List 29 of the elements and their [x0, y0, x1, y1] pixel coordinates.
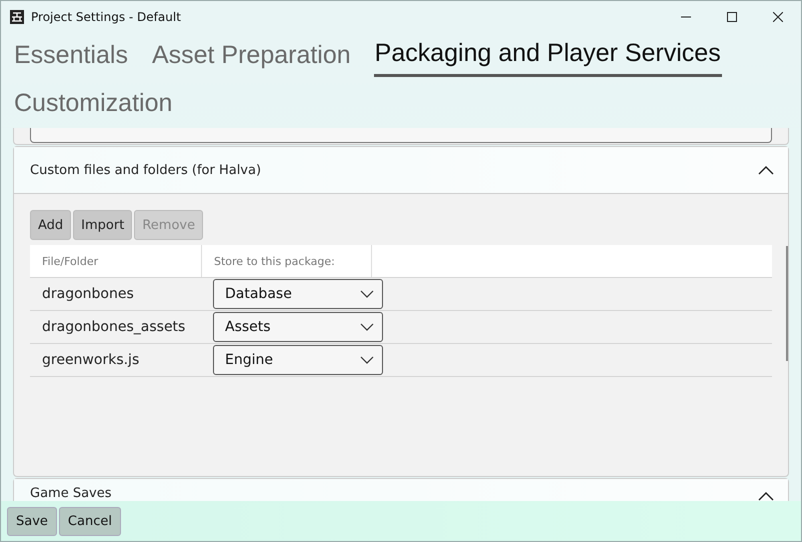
maximize-icon: [727, 12, 737, 22]
dropdown[interactable]: Database: [213, 279, 383, 309]
toolbar-button[interactable]: Add: [30, 210, 72, 240]
chevron-down-icon: [360, 356, 374, 364]
column-header: Store to this package:: [202, 245, 372, 277]
table-cell-text: dragonbones: [41, 286, 135, 302]
dropdown[interactable]: Assets: [213, 312, 383, 342]
toolbar-button[interactable]: Import: [73, 210, 132, 240]
close-icon: [773, 12, 783, 22]
window-title: Project Settings - Default: [31, 10, 181, 24]
text-field[interactable]: [30, 128, 772, 143]
app-icon: [9, 8, 25, 24]
footer-button[interactable]: Cancel: [58, 506, 121, 536]
section-header[interactable]: Game Saves: [14, 479, 788, 501]
tab[interactable]: Essentials: [13, 32, 129, 80]
section-title: Game Saves: [30, 486, 112, 501]
column-header: File/Folder: [30, 245, 202, 277]
section-title: Custom files and folders (for Halva): [30, 162, 262, 178]
footer-button[interactable]: Save: [7, 506, 57, 536]
section-header[interactable]: Custom files and folders (for Halva): [14, 147, 788, 194]
tab[interactable]: Customization: [13, 80, 174, 128]
chevron-down-icon: [360, 323, 374, 331]
tab[interactable]: Packaging and Player Services: [374, 32, 722, 77]
table-cell-text: greenworks.js: [41, 352, 140, 368]
chevron-down-icon: [360, 290, 374, 298]
dropdown[interactable]: Engine: [213, 345, 383, 375]
scrollbar-thumb[interactable]: [786, 246, 788, 361]
table-cell-text: dragonbones_assets: [41, 319, 186, 335]
tab[interactable]: Asset Preparation: [150, 32, 352, 80]
